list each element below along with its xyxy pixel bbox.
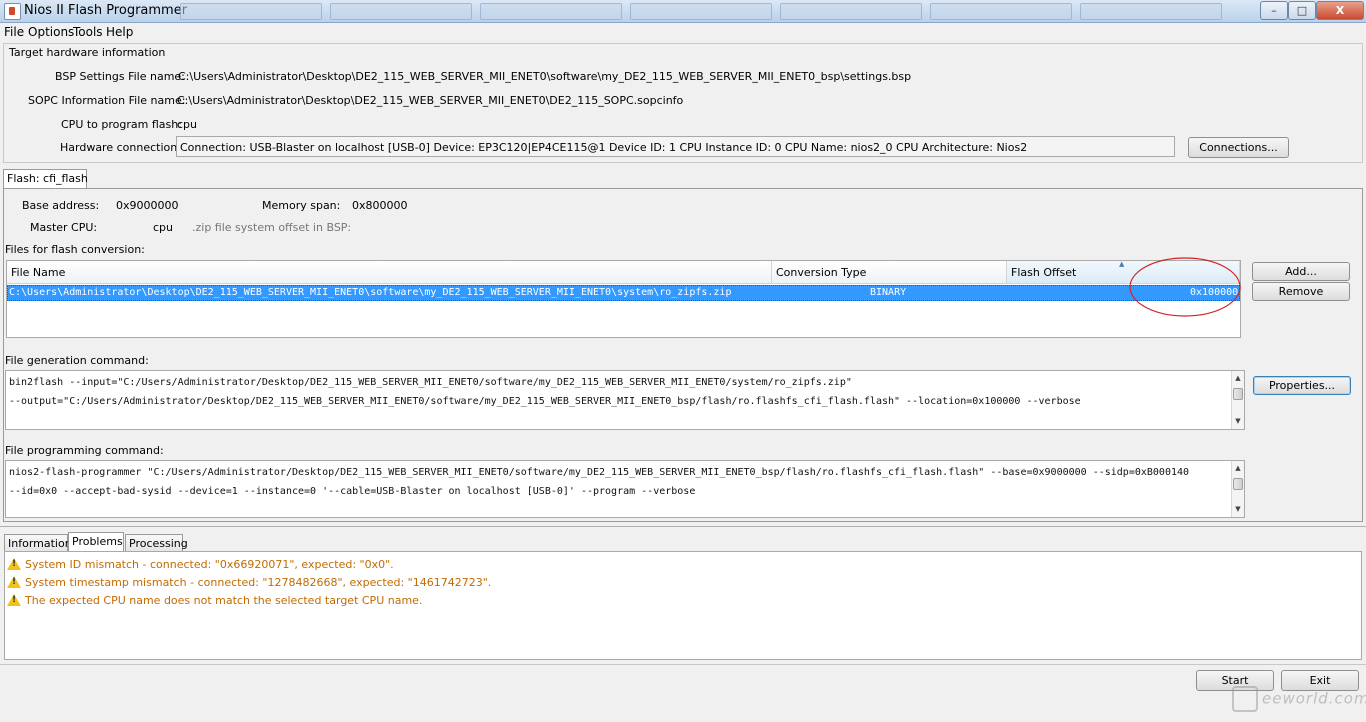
problem-text: The expected CPU name does not match the… xyxy=(25,594,423,607)
file-generation-label: File generation command: xyxy=(5,354,149,367)
memory-span-value: 0x800000 xyxy=(352,199,408,212)
add-button[interactable]: Add... xyxy=(1252,262,1350,281)
tab-processing[interactable]: Processing xyxy=(125,534,188,552)
background-taskbar-item xyxy=(480,3,622,20)
separator xyxy=(0,526,1366,527)
hardware-connection-label: Hardware connection: xyxy=(60,141,181,154)
cpu-program-label: CPU to program flash: xyxy=(61,118,182,131)
problem-text: System ID mismatch - connected: "0x66920… xyxy=(25,558,394,571)
column-header-file-name[interactable]: File Name xyxy=(7,261,772,284)
background-taskbar-item xyxy=(330,3,472,20)
table-cell-type: BINARY xyxy=(870,287,907,298)
file-generation-command[interactable]: bin2flash --input="C:/Users/Administrato… xyxy=(5,370,1245,430)
scroll-up-icon[interactable]: ▲ xyxy=(1232,373,1244,384)
tab-information[interactable]: Information xyxy=(4,534,72,552)
menu-bar: File Options Tools Help xyxy=(0,23,1366,41)
scroll-thumb[interactable] xyxy=(1233,478,1243,490)
watermark-logo-icon xyxy=(1232,686,1258,712)
background-taskbar-item xyxy=(630,3,772,20)
tab-flash-cfi[interactable]: Flash: cfi_flash xyxy=(3,169,88,189)
maximize-button[interactable]: □ xyxy=(1288,1,1316,20)
java-app-icon xyxy=(4,3,21,20)
problem-text: System timestamp mismatch - connected: "… xyxy=(25,576,492,589)
column-header-conversion-type[interactable]: Conversion Type xyxy=(772,261,1007,284)
cpu-program-value: cpu xyxy=(177,118,198,131)
minimize-button[interactable]: – xyxy=(1260,1,1288,20)
scroll-down-icon[interactable]: ▼ xyxy=(1232,504,1244,515)
target-hardware-title: Target hardware information xyxy=(9,46,166,59)
tab-problems[interactable]: Problems xyxy=(68,532,124,552)
menu-file[interactable]: File xyxy=(4,25,24,39)
files-table[interactable]: File Name Conversion Type Flash Offset ▲… xyxy=(6,260,1241,338)
close-button[interactable]: X xyxy=(1316,1,1364,20)
background-taskbar-item xyxy=(180,3,322,20)
master-cpu-value: cpu xyxy=(153,221,174,234)
table-cell-file: C:\Users\Administrator\Desktop\DE2_115_W… xyxy=(9,287,732,298)
menu-help[interactable]: Help xyxy=(106,25,133,39)
remove-button[interactable]: Remove xyxy=(1252,282,1350,301)
base-address-value: 0x9000000 xyxy=(116,199,179,212)
scroll-down-icon[interactable]: ▼ xyxy=(1232,416,1244,427)
properties-button[interactable]: Properties... xyxy=(1253,376,1351,395)
background-taskbar-item xyxy=(780,3,922,20)
memory-span-label: Memory span: xyxy=(262,199,341,212)
file-programming-command[interactable]: nios2-flash-programmer "C:/Users/Adminis… xyxy=(5,460,1245,518)
bsp-settings-value: C:\Users\Administrator\Desktop\DE2_115_W… xyxy=(178,70,912,83)
generation-command-line: bin2flash --input="C:/Users/Administrato… xyxy=(9,377,852,388)
background-taskbar-item xyxy=(930,3,1072,20)
file-programming-label: File programming command: xyxy=(5,444,164,457)
title-bar: Nios II Flash Programmer – □ X xyxy=(0,0,1366,23)
files-conversion-label: Files for flash conversion: xyxy=(5,243,145,256)
window-title: Nios II Flash Programmer xyxy=(24,3,188,18)
programming-command-line: nios2-flash-programmer "C:/Users/Adminis… xyxy=(9,467,1190,478)
generation-scrollbar[interactable]: ▲ ▼ xyxy=(1231,371,1244,429)
sopc-info-value: C:\Users\Administrator\Desktop\DE2_115_W… xyxy=(177,94,684,107)
menu-options[interactable]: Options xyxy=(28,25,74,39)
sort-arrow-icon: ▲ xyxy=(1119,260,1125,268)
separator xyxy=(0,664,1366,665)
warning-icon xyxy=(7,558,21,570)
base-address-label: Base address: xyxy=(22,199,100,212)
hardware-connection-value: Connection: USB-Blaster on localhost [US… xyxy=(180,141,1028,154)
scroll-up-icon[interactable]: ▲ xyxy=(1232,463,1244,474)
programming-command-line: --id=0x0 --accept-bad-sysid --device=1 -… xyxy=(9,486,696,497)
watermark-text: eeworld.com.cn xyxy=(1262,689,1366,708)
hardware-connection-field: Connection: USB-Blaster on localhost [US… xyxy=(176,136,1175,157)
warning-icon xyxy=(7,594,21,606)
problems-list: System ID mismatch - connected: "0x66920… xyxy=(4,551,1362,660)
list-item: System timestamp mismatch - connected: "… xyxy=(7,576,491,592)
background-taskbar-item xyxy=(1080,3,1222,20)
list-item: The expected CPU name does not match the… xyxy=(7,594,422,610)
watermark: eeworld.com.cn xyxy=(1232,686,1366,712)
list-item: System ID mismatch - connected: "0x66920… xyxy=(7,558,394,574)
generation-command-line: --output="C:/Users/Administrator/Desktop… xyxy=(9,396,1081,407)
master-cpu-label: Master CPU: xyxy=(30,221,98,234)
scroll-thumb[interactable] xyxy=(1233,388,1243,400)
warning-icon xyxy=(7,576,21,588)
programming-scrollbar[interactable]: ▲ ▼ xyxy=(1231,461,1244,517)
table-cell-offset: 0x100000 xyxy=(1190,287,1239,298)
zip-offset-label: .zip file system offset in BSP: xyxy=(192,221,352,234)
sopc-info-label: SOPC Information File name: xyxy=(28,94,186,107)
menu-tools[interactable]: Tools xyxy=(73,25,103,39)
connections-button[interactable]: Connections... xyxy=(1188,137,1289,158)
bsp-settings-label: BSP Settings File name: xyxy=(55,70,185,83)
